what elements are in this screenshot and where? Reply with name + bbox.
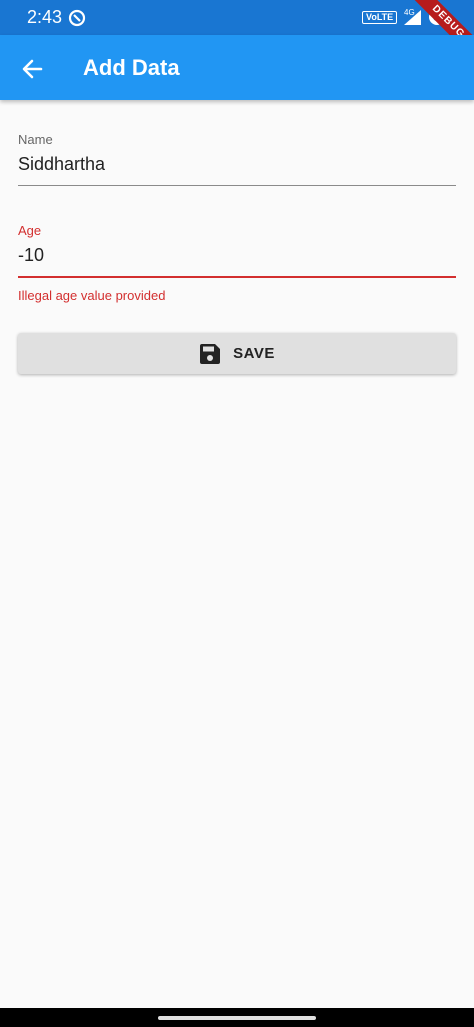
save-button[interactable]: SAVE xyxy=(18,333,456,374)
age-label: Age xyxy=(18,223,42,238)
arrow-back-icon xyxy=(22,59,43,79)
age-error-text: Illegal age value provided xyxy=(18,287,166,303)
name-field[interactable]: Name xyxy=(18,132,456,186)
name-input[interactable] xyxy=(18,152,456,176)
age-field[interactable]: Age Illegal age value provided xyxy=(18,223,456,303)
volte-badge: VoLTE xyxy=(362,11,398,24)
name-label: Name xyxy=(18,132,53,147)
app-bar: Add Data xyxy=(0,35,474,100)
status-bar: 2:43 VoLTE 4G DEBUG xyxy=(0,0,474,71)
screen: 2:43 VoLTE 4G DEBUG Add Data Name Age xyxy=(0,0,474,1027)
name-underline xyxy=(18,185,456,186)
app-notification-icon xyxy=(68,9,86,27)
back-button[interactable] xyxy=(14,51,50,87)
system-nav-bar xyxy=(0,1008,474,1027)
page-title: Add Data xyxy=(83,55,180,80)
save-icon xyxy=(200,343,221,364)
status-time: 2:43 xyxy=(27,7,63,27)
network-type-label: 4G xyxy=(404,8,415,17)
save-label: SAVE xyxy=(233,345,275,362)
home-gesture-handle[interactable] xyxy=(158,1016,316,1020)
age-input[interactable] xyxy=(18,243,456,267)
age-underline xyxy=(18,276,456,278)
